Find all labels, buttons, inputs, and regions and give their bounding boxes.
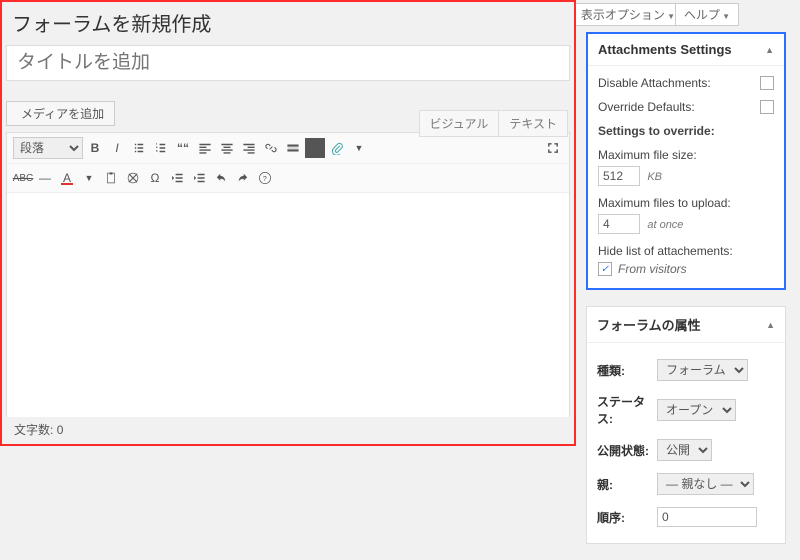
bullet-list-icon[interactable] — [129, 138, 149, 158]
attributes-panel-toggle[interactable]: フォーラムの属性 ▲ — [587, 307, 785, 343]
collapse-icon: ▲ — [765, 45, 774, 55]
tab-visual[interactable]: ビジュアル — [419, 110, 499, 137]
chevron-down-icon[interactable]: ▼ — [79, 168, 99, 188]
add-media-label: メディアを追加 — [21, 105, 104, 122]
word-count-value: 0 — [57, 423, 64, 437]
link-icon[interactable] — [261, 138, 281, 158]
read-more-icon[interactable] — [283, 138, 303, 158]
strikethrough-icon[interactable]: ABC — [13, 168, 33, 188]
toolbar-row-1: 段落 B I ““ — [7, 133, 569, 164]
from-visitors-checkbox[interactable]: ✓ — [598, 262, 612, 276]
indent-icon[interactable] — [189, 168, 209, 188]
max-file-size-unit: KB — [647, 171, 662, 183]
fullscreen-icon[interactable] — [543, 138, 563, 158]
toolbar-toggle-icon[interactable] — [305, 138, 325, 158]
svg-text:?: ? — [263, 176, 267, 183]
disable-attachments-label: Disable Attachments: — [598, 76, 711, 90]
undo-icon[interactable] — [211, 168, 231, 188]
parent-label: 親: — [597, 476, 649, 493]
align-left-icon[interactable] — [195, 138, 215, 158]
collapse-icon: ▲ — [766, 320, 775, 330]
hr-icon[interactable]: — — [35, 168, 55, 188]
align-right-icon[interactable] — [239, 138, 259, 158]
word-count-bar: 文字数: 0 — [6, 417, 570, 442]
editor-content-area[interactable] — [7, 193, 569, 418]
type-select[interactable]: フォーラム — [657, 359, 748, 381]
main-editor-area: フォーラムを新規作成 メディアを追加 ビジュアル テキスト 段落 B I ““ — [0, 0, 576, 446]
max-file-size-label: Maximum file size: — [598, 148, 697, 162]
screen-options-button[interactable]: 表示オプション — [572, 3, 684, 26]
redo-icon[interactable] — [233, 168, 253, 188]
max-files-input[interactable] — [598, 214, 640, 234]
max-file-size-input[interactable] — [598, 166, 640, 186]
word-count-label: 文字数: — [14, 423, 53, 437]
override-defaults-checkbox[interactable] — [760, 100, 774, 114]
help-button[interactable]: ヘルプ — [675, 3, 739, 26]
override-defaults-label: Override Defaults: — [598, 100, 695, 114]
visibility-label: 公開状態: — [597, 442, 649, 459]
add-media-button[interactable]: メディアを追加 — [6, 101, 115, 126]
hide-list-label: Hide list of attachements: — [598, 244, 733, 258]
from-visitors-label: From visitors — [618, 262, 687, 276]
page-title: フォーラムを新規作成 — [2, 2, 574, 45]
attachments-panel-title: Attachments Settings — [598, 42, 732, 57]
toolbar-row-2: ABC — A ▼ Ω ? — [7, 164, 569, 193]
number-list-icon[interactable] — [151, 138, 171, 158]
editor-wrap: 段落 B I ““ — [6, 132, 570, 427]
max-files-label: Maximum files to upload: — [598, 196, 731, 210]
attachments-settings-panel: Attachments Settings ▲ Disable Attachmen… — [586, 32, 786, 290]
sidebar: Attachments Settings ▲ Disable Attachmen… — [586, 32, 786, 560]
status-label: ステータス: — [597, 393, 649, 427]
paste-text-icon[interactable] — [101, 168, 121, 188]
chevron-down-icon[interactable]: ▼ — [349, 138, 369, 158]
outdent-icon[interactable] — [167, 168, 187, 188]
post-title-input[interactable] — [6, 45, 570, 81]
special-char-icon[interactable]: Ω — [145, 168, 165, 188]
type-label: 種類: — [597, 362, 649, 379]
format-select[interactable]: 段落 — [13, 137, 83, 159]
help-icon[interactable]: ? — [255, 168, 275, 188]
italic-icon[interactable]: I — [107, 138, 127, 158]
blockquote-icon[interactable]: ““ — [173, 138, 193, 158]
disable-attachments-checkbox[interactable] — [760, 76, 774, 90]
attachment-icon[interactable] — [327, 138, 347, 158]
attachments-panel-toggle[interactable]: Attachments Settings ▲ — [588, 34, 784, 66]
parent-select[interactable]: — 親なし — — [657, 473, 754, 495]
forum-attributes-panel: フォーラムの属性 ▲ 種類: フォーラム ステータス: オープン 公開状態: 公… — [586, 306, 786, 544]
align-center-icon[interactable] — [217, 138, 237, 158]
max-files-unit: at once — [647, 219, 683, 231]
attributes-panel-title: フォーラムの属性 — [597, 315, 701, 334]
settings-to-override-label: Settings to override: — [598, 124, 715, 138]
clear-format-icon[interactable] — [123, 168, 143, 188]
order-label: 順序: — [597, 509, 649, 526]
bold-icon[interactable]: B — [85, 138, 105, 158]
text-color-icon[interactable]: A — [57, 168, 77, 188]
order-input[interactable] — [657, 507, 757, 527]
tab-text[interactable]: テキスト — [498, 110, 568, 137]
status-select[interactable]: オープン — [657, 399, 736, 421]
visibility-select[interactable]: 公開 — [657, 439, 712, 461]
